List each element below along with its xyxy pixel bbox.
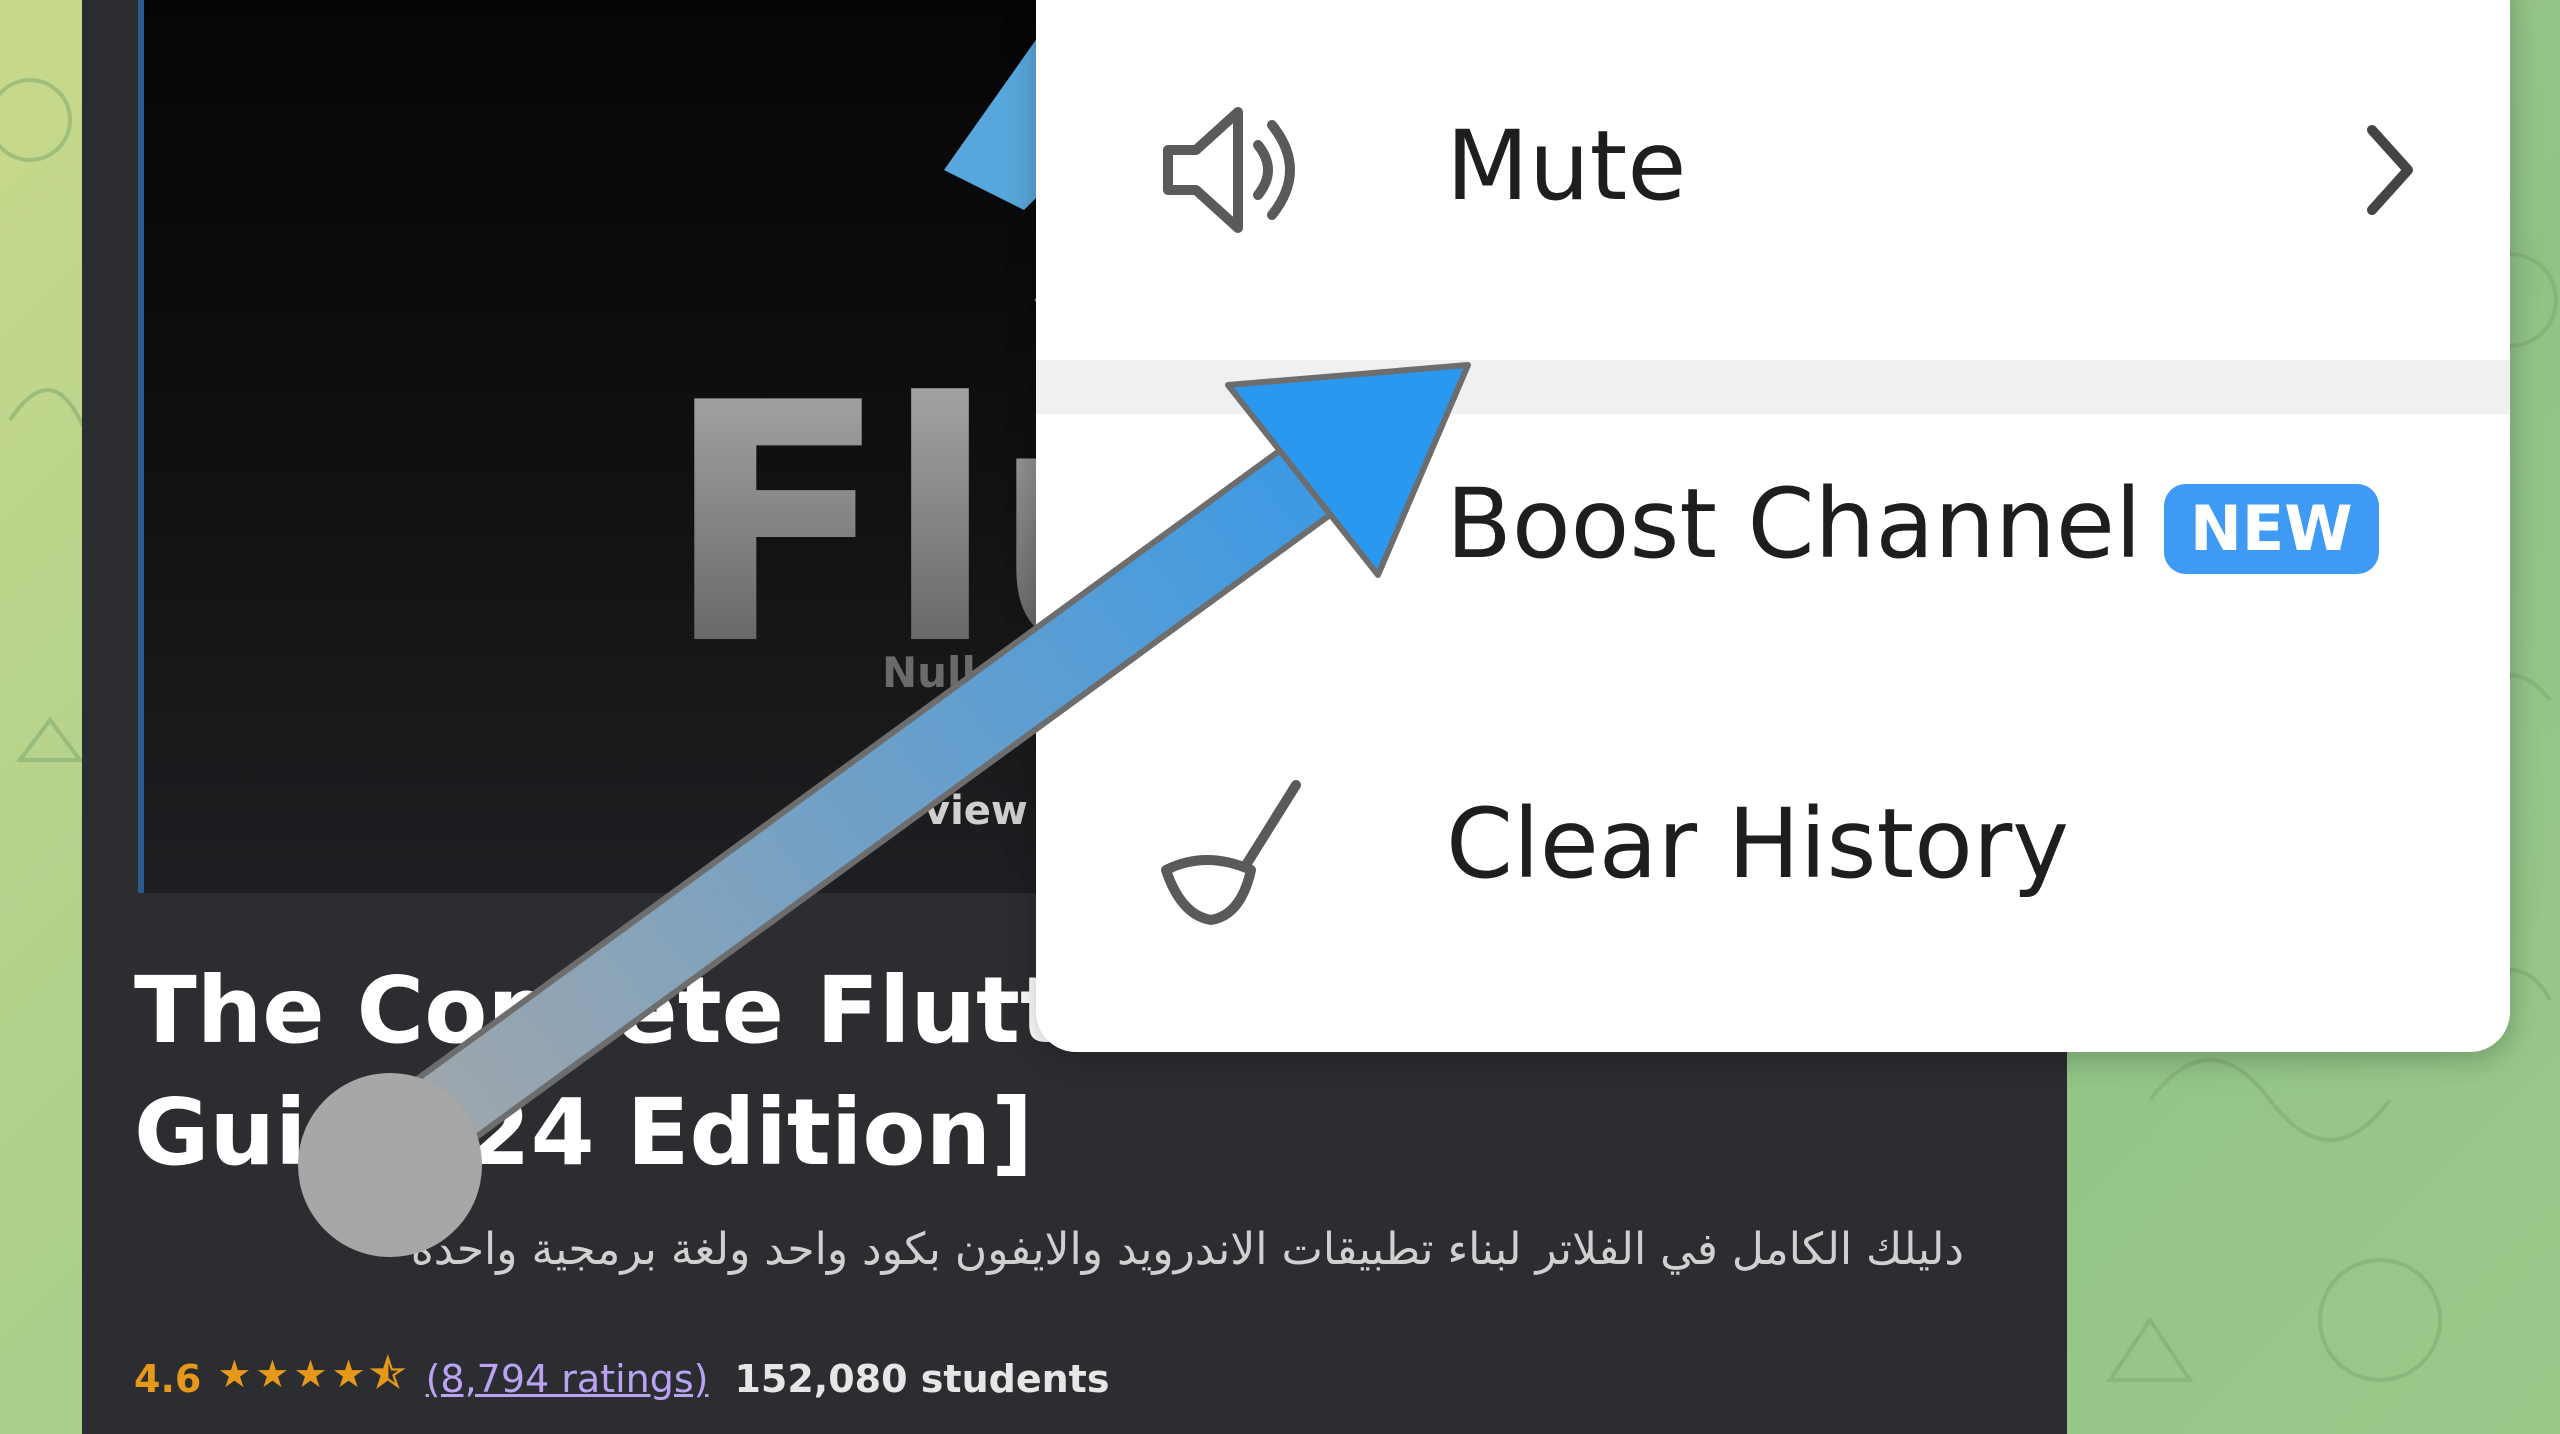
arrow-shape	[298, 362, 1471, 1257]
annotation-arrow	[298, 362, 1471, 1257]
